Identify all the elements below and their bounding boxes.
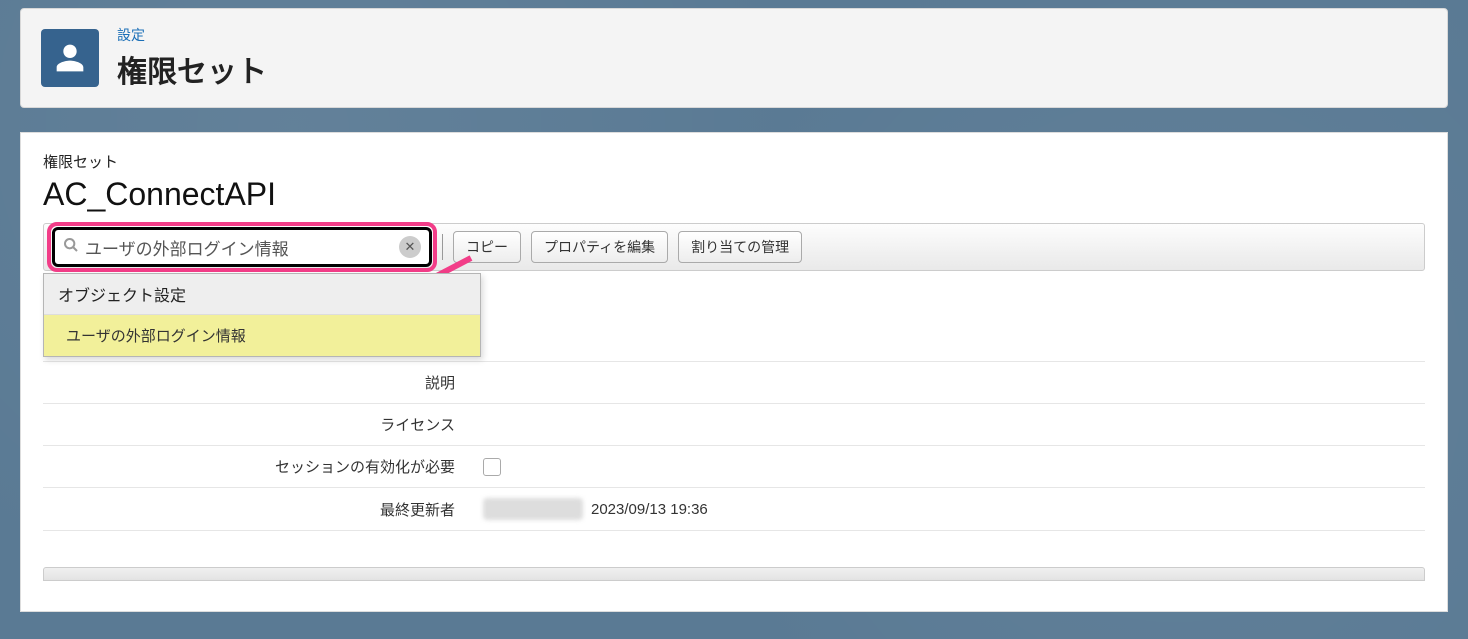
section-footer-bar xyxy=(43,567,1425,581)
toolbar: ✕ コピー プロパティを編集 割り当ての管理 xyxy=(43,223,1425,271)
label-session-activation: セッションの有効化が必要 xyxy=(43,456,483,477)
label-license: ライセンス xyxy=(43,414,483,435)
search-suggestions: オブジェクト設定 ユーザの外部ログイン情報 xyxy=(43,273,481,357)
search-input[interactable] xyxy=(85,237,399,257)
session-activation-checkbox[interactable] xyxy=(483,458,501,476)
search-box[interactable]: ✕ xyxy=(52,227,432,267)
record-type-label: 権限セット xyxy=(43,151,1425,172)
search-icon xyxy=(63,237,79,258)
row-last-modified: 最終更新者 2023/09/13 19:36 xyxy=(43,487,1425,531)
last-modified-by-user xyxy=(483,498,583,520)
last-modified-date: 2023/09/13 19:36 xyxy=(591,501,708,518)
permission-set-icon xyxy=(41,29,99,87)
page-header-card: 設定 権限セット xyxy=(20,8,1448,108)
breadcrumb-setup[interactable]: 設定 xyxy=(117,25,267,45)
copy-button[interactable]: コピー xyxy=(453,231,521,263)
row-license: ライセンス xyxy=(43,403,1425,445)
clear-search-icon[interactable]: ✕ xyxy=(399,236,421,258)
detail-section: 説明 ライセンス セッションの有効化が必要 最終更新者 2023/09/13 1… xyxy=(43,361,1425,531)
suggestion-group-header: オブジェクト設定 xyxy=(44,274,480,315)
edit-properties-button[interactable]: プロパティを編集 xyxy=(531,231,668,263)
row-description: 説明 xyxy=(43,361,1425,403)
toolbar-divider xyxy=(442,234,443,260)
suggestion-item[interactable]: ユーザの外部ログイン情報 xyxy=(44,315,480,356)
row-session-activation: セッションの有効化が必要 xyxy=(43,445,1425,487)
label-last-modified: 最終更新者 xyxy=(43,499,483,520)
label-description: 説明 xyxy=(43,372,483,393)
main-panel: 権限セット AC_ConnectAPI ✕ コピー プロパティを編集 割り当ての… xyxy=(20,132,1448,612)
record-name: AC_ConnectAPI xyxy=(43,176,1425,213)
page-title: 権限セット xyxy=(117,47,267,91)
manage-assignments-button[interactable]: 割り当ての管理 xyxy=(678,231,802,263)
